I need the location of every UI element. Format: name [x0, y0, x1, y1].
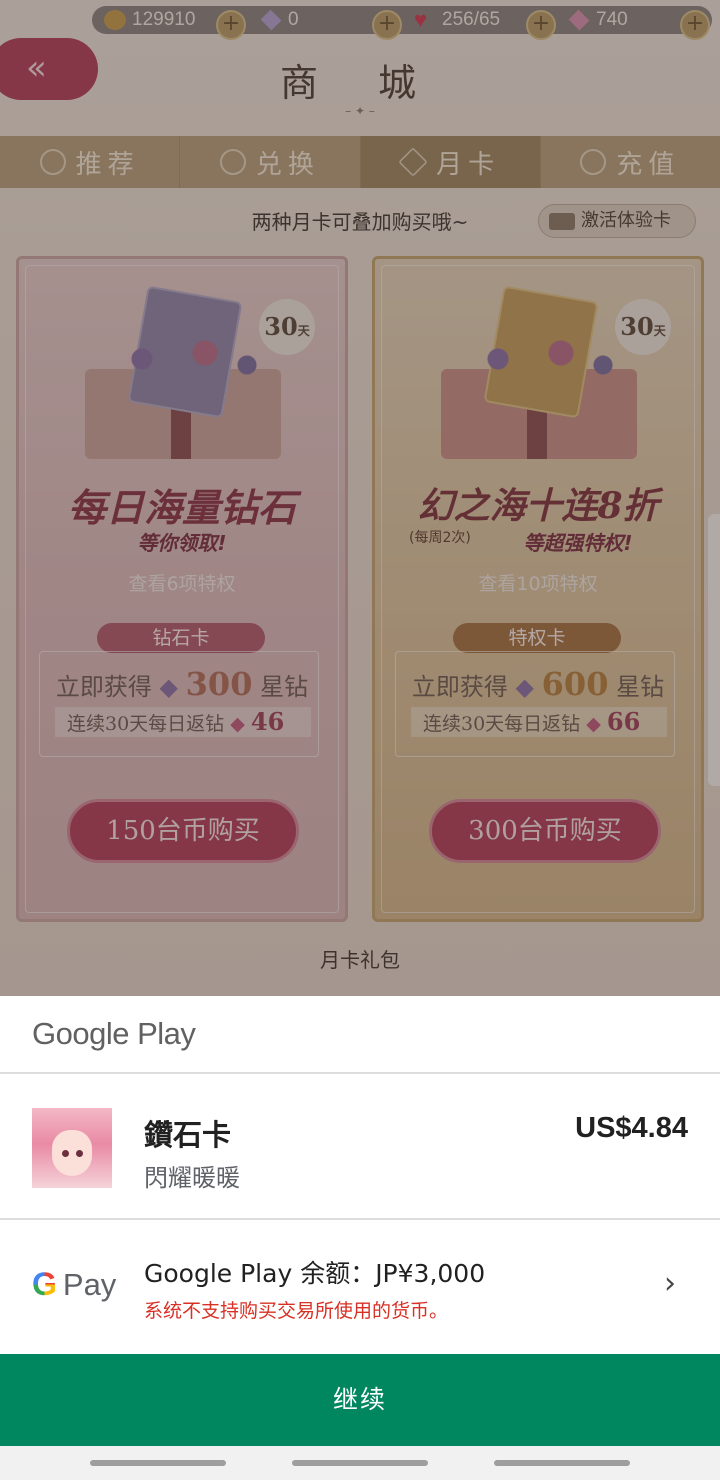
card-slogan: 幻之海十连8折 — [417, 485, 659, 527]
gems-image — [79, 329, 289, 389]
buy-diamond-card-button[interactable]: 150台币购买 — [67, 799, 299, 863]
edge-panel-handle[interactable] — [708, 514, 720, 786]
heart-icon: ♥ — [414, 7, 428, 32]
page-title: 商 城 — [279, 61, 441, 105]
star-diamond-icon: ◆ — [230, 713, 245, 735]
payment-balance: Google Play 余额：JP¥3,000 — [144, 1259, 486, 1288]
google-play-purchase-sheet: Google Play 鑽石卡 閃耀暖暖 US$4.84 G Pay Googl… — [0, 996, 720, 1480]
continue-button[interactable]: 继续 — [0, 1354, 720, 1446]
add-coins-button[interactable]: + — [216, 10, 246, 40]
payment-error: 系统不支持购买交易所使用的货币。 — [144, 1300, 449, 1322]
game-shop-screen: 129910 + 0 + ♥ 256/65 + 740 + « 商 城 – ✦ … — [0, 0, 720, 996]
tab-exchange[interactable]: 兑换 — [180, 136, 361, 188]
card-type-label: 特权卡 — [453, 623, 621, 653]
gem-icon: ◆ — [515, 673, 535, 701]
card-icon — [549, 213, 575, 230]
privilege-card-panel: 30天 幻之海十连8折 (每周2次) 等超强特权! 查看10项特权 特权卡 立即… — [372, 256, 704, 922]
tab-recommend[interactable]: 推荐 — [0, 136, 181, 188]
nav-recents-pill[interactable] — [90, 1460, 226, 1466]
view-privileges-link[interactable]: 查看10项特权 — [375, 569, 701, 596]
chevron-right-icon: › — [664, 1266, 676, 1301]
star-diamond-icon: ◆ — [586, 713, 601, 735]
card-type-label: 钻石卡 — [97, 623, 265, 653]
instant-reward: 立即获得 ◆ 600 星钻 — [411, 665, 665, 703]
tab-monthly-card[interactable]: 月卡 — [360, 136, 541, 188]
shop-tabs: 推荐 兑换 月卡 充值 — [0, 136, 720, 188]
view-privileges-link[interactable]: 查看6项特权 — [19, 569, 345, 596]
gem-icon: ◆ — [159, 673, 179, 701]
monthly-package-label: 月卡礼包 — [320, 948, 400, 972]
gem-icon — [260, 9, 282, 31]
activate-trial-button[interactable]: 激活体验卡 — [538, 204, 696, 238]
sheet-header: Google Play — [0, 996, 720, 1074]
gems-image — [435, 329, 645, 389]
title-ornament: – ✦ – — [345, 104, 375, 118]
resource-bar: 129910 + 0 + ♥ 256/65 + 740 + — [92, 6, 712, 40]
item-name: 鑽石卡 — [144, 1118, 232, 1152]
daily-reward: 连续30天每日返钻 ◆ 66 — [411, 707, 667, 737]
buy-privilege-card-button[interactable]: 300台币购买 — [429, 799, 661, 863]
diamond-icon — [398, 147, 428, 177]
google-play-logo: Google Play — [32, 1016, 196, 1051]
resource-coins: 129910 — [104, 6, 195, 34]
star-diamond-icon — [568, 9, 590, 31]
add-gems-button[interactable]: + — [372, 10, 402, 40]
game-avatar-icon — [32, 1108, 112, 1188]
exchange-icon — [219, 149, 246, 175]
instant-reward: 立即获得 ◆ 300 星钻 — [55, 665, 309, 703]
add-stardiamond-button[interactable]: + — [680, 10, 710, 40]
card-slogan: 每日海量钻石 — [67, 485, 296, 530]
cat-coin-icon — [104, 10, 126, 30]
purchase-item: 鑽石卡 閃耀暖暖 US$4.84 — [0, 1076, 720, 1220]
card-sub-slogan: 等超强特权! — [523, 531, 633, 555]
resource-gems: 0 — [260, 6, 299, 34]
daily-reward: 连续30天每日返钻 ◆ 46 — [55, 707, 311, 737]
clock-icon — [580, 149, 607, 175]
tab-recharge[interactable]: 充值 — [541, 136, 720, 188]
add-stamina-button[interactable]: + — [526, 10, 556, 40]
payment-method-row[interactable]: G Pay Google Play 余额：JP¥3,000 系统不支持购买交易所… — [0, 1222, 720, 1354]
item-price: US$4.84 — [575, 1112, 688, 1144]
card-sub-slogan: 等你领取! — [137, 531, 227, 555]
app-name: 閃耀暖暖 — [144, 1164, 240, 1192]
resource-stamina: ♥ 256/65 — [414, 7, 501, 32]
system-nav-bar — [0, 1446, 720, 1480]
recommend-icon — [39, 149, 66, 175]
diamond-card-panel: 30天 每日海量钻石 等你领取! 查看6项特权 钻石卡 立即获得 ◆ 300 星… — [16, 256, 348, 922]
nav-home-pill[interactable] — [292, 1460, 428, 1466]
resource-stardiamond: 740 — [568, 6, 628, 34]
google-g-icon: G — [32, 1266, 57, 1302]
google-pay-logo: G Pay — [32, 1266, 117, 1302]
nav-back-pill[interactable] — [494, 1460, 630, 1466]
